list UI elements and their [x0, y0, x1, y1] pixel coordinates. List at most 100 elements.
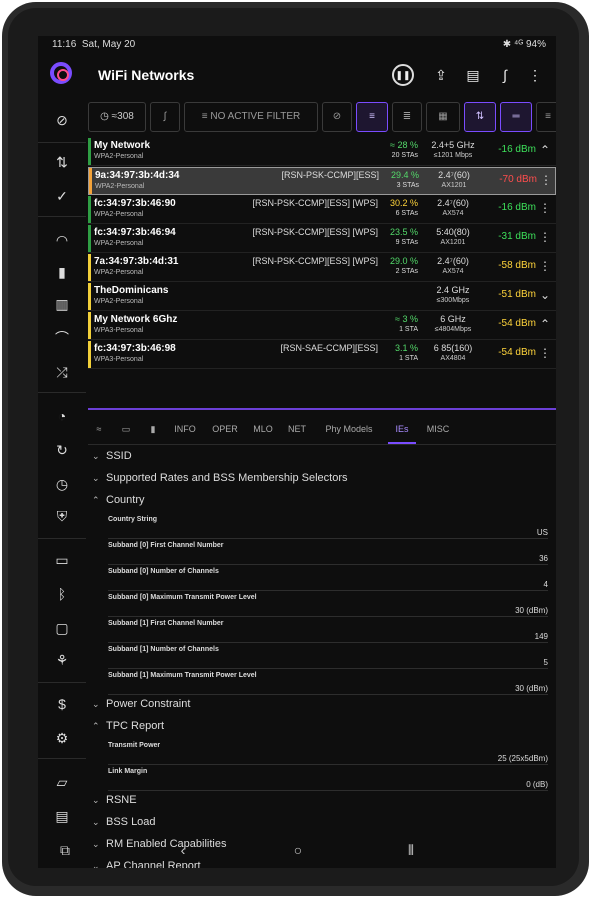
tab-oper[interactable]: OPER [206, 414, 244, 444]
ie-rsne[interactable]: ⌄ RSNE [92, 794, 137, 806]
ie-tpc[interactable]: ⌃ TPC Report [92, 720, 164, 732]
network-capabilities: [RSN-PSK-CCMP][ESS] [WPS] [252, 256, 378, 266]
network-security: WPA2-Personal [94, 240, 144, 247]
ie-bss-load[interactable]: ⌄ BSS Load [92, 816, 156, 828]
tab-misc[interactable]: MISC [420, 414, 456, 444]
network-row[interactable]: fc:34:97:3b:46:90 WPA2-Personal [RSN-PSK… [88, 196, 556, 224]
channel-info: 2.4⁷(60) [437, 198, 469, 208]
sidebar-history-icon[interactable]: ◷ [50, 472, 74, 496]
ie-field: Transmit Power 25 (25x5dBm) [108, 742, 548, 765]
ie-field-value: 25 (25x5dBm) [497, 754, 548, 763]
sidebar-document-icon[interactable]: ▤ [50, 804, 74, 828]
scan-counter-button[interactable]: ◷ ≈308 [88, 102, 146, 132]
channel-speed: AX1201 [441, 182, 467, 189]
ie-field-key: Subband [1] First Channel Number [108, 620, 224, 627]
list-view-button[interactable]: ≡ [356, 102, 388, 132]
tab-bars-icon[interactable]: ▮ [142, 414, 164, 444]
tab-net[interactable]: NET [282, 414, 312, 444]
group-button[interactable]: ▦ [426, 102, 460, 132]
network-list: My Network WPA2-Personal ≈ 28 % 20 STAs … [88, 138, 556, 410]
overview-icon[interactable]: ⦀ [396, 835, 426, 865]
sidebar-shuffle-icon[interactable]: ⤮ [50, 360, 74, 384]
sidebar-bars-icon[interactable]: ▥ [50, 292, 74, 316]
share-icon[interactable]: ⇪ [430, 64, 452, 86]
sidebar-refresh-icon[interactable]: ↻ [50, 438, 74, 462]
sidebar-chart-icon[interactable]: ▮ [50, 260, 74, 284]
tab-ies[interactable]: IEs [388, 414, 416, 444]
sidebar-sort-icon[interactable]: ⇅ [50, 150, 74, 174]
curve-button[interactable]: ∫ [150, 102, 180, 132]
home-icon[interactable]: ○ [283, 835, 313, 865]
tab-phy-models[interactable]: Phy Models [316, 414, 382, 444]
filter-button[interactable]: ≡ NO ACTIVE FILTER [184, 102, 318, 132]
network-row[interactable]: 7a:34:97:3b:4d:31 WPA2-Personal [RSN-PSK… [88, 254, 556, 282]
signal-color-bar [88, 341, 91, 368]
chevron-down-icon: ⌄ [92, 795, 100, 805]
sidebar-chat-icon[interactable]: ▱ [50, 770, 74, 794]
row-action-icon[interactable]: ⌃ [538, 317, 552, 331]
tab-mlo[interactable]: MLO [248, 414, 278, 444]
sidebar-no-location-icon[interactable]: ⊘ [50, 108, 74, 132]
channel-info: 2.4⁷(60) [437, 256, 469, 266]
signal-strength: -54 dBm [498, 347, 536, 358]
ie-power[interactable]: ⌄ Power Constraint [92, 698, 190, 710]
signal-color-bar [88, 196, 91, 223]
tab-info[interactable]: INFO [168, 414, 202, 444]
signal-color-bar [88, 283, 91, 310]
row-action-icon[interactable]: ⋮ [539, 173, 553, 187]
network-row-selected[interactable]: 9a:34:97:3b:4d:34 WPA2-Personal [RSN-PSK… [88, 167, 556, 195]
chevron-down-icon: ⌄ [92, 817, 100, 827]
network-row[interactable]: My Network WPA2-Personal ≈ 28 % 20 STAs … [88, 138, 556, 166]
more-icon[interactable]: ⋮ [524, 64, 546, 86]
network-row[interactable]: My Network 6Ghz WPA3-Personal ≈ 3 % 1 ST… [88, 312, 556, 340]
network-row[interactable]: fc:34:97:3b:46:98 WPA3-Personal [RSN-SAE… [88, 341, 556, 369]
network-security: WPA2-Personal [94, 211, 144, 218]
sidebar-network-icon[interactable]: ⚘ [50, 648, 74, 672]
recent-apps-icon[interactable]: ⧉ [50, 835, 80, 865]
channel-utilization: ≈ 3 % [395, 314, 418, 324]
sidebar-monitor-icon[interactable]: ▢ [50, 616, 74, 640]
ie-ssid[interactable]: ⌄ SSID [92, 450, 132, 462]
station-count: 20 STAs [391, 152, 418, 159]
ie-rates[interactable]: ⌄ Supported Rates and BSS Membership Sele… [92, 472, 348, 484]
station-count: 9 STAs [395, 239, 418, 246]
sidebar-bluetooth-icon[interactable]: ᛒ [50, 582, 74, 606]
sidebar-speed-icon[interactable]: ◔ [50, 404, 74, 428]
network-capabilities: [RSN-PSK-CCMP][ESS] [WPS] [252, 198, 378, 208]
sidebar-devices-icon[interactable]: ▭ [50, 548, 74, 572]
clear-filter-button[interactable]: ⊘ [322, 102, 352, 132]
sort-button[interactable]: ⇅ [464, 102, 496, 132]
row-action-icon[interactable]: ⋮ [538, 346, 552, 360]
expand-button[interactable]: ═ [500, 102, 532, 132]
channel-graph-icon[interactable]: ∫ [494, 64, 516, 86]
sidebar-check-icon[interactable]: ✓ [50, 184, 74, 208]
back-icon[interactable]: ‹ [168, 835, 198, 865]
tab-signal-icon[interactable]: ≈ [88, 414, 110, 444]
sidebar-wifi-icon[interactable]: ◠ [50, 228, 74, 252]
signal-color-bar [88, 138, 91, 165]
compact-view-button[interactable]: ≣ [392, 102, 422, 132]
channel-info: 6 85(160) [433, 343, 473, 353]
network-row[interactable]: TheDominicans WPA2-Personal 2.4 GHz ≤300… [88, 283, 556, 311]
network-name: TheDominicans [94, 285, 169, 296]
signal-strength: -58 dBm [498, 260, 536, 271]
more-toolbar-button[interactable]: ≡ [536, 102, 556, 132]
ie-field-value: US [536, 528, 548, 537]
ie-field-key: Subband [1] Number of Channels [108, 646, 219, 653]
row-action-icon[interactable]: ⋮ [538, 230, 552, 244]
sidebar-settings-icon[interactable]: ⚙ [50, 726, 74, 750]
ie-country[interactable]: ⌃ Country [92, 494, 145, 506]
network-row[interactable]: fc:34:97:3b:46:94 WPA2-Personal [RSN-PSK… [88, 225, 556, 253]
signal-color-bar [89, 168, 92, 194]
row-action-icon[interactable]: ⌃ [538, 143, 552, 157]
pause-icon[interactable]: ❚❚ [392, 64, 414, 86]
sidebar-shield-icon[interactable]: ⛨ [50, 504, 74, 528]
row-action-icon[interactable]: ⌄ [538, 288, 552, 302]
sidebar-dollar-icon[interactable]: $ [50, 692, 74, 716]
status-time: 11:16 Sat, May 20 [52, 39, 136, 50]
row-action-icon[interactable]: ⋮ [538, 201, 552, 215]
sidebar-antenna-icon[interactable]: ⌒ [50, 326, 74, 350]
row-action-icon[interactable]: ⋮ [538, 259, 552, 273]
export-icon[interactable]: ▤ [462, 64, 484, 86]
tab-graph-icon[interactable]: ▭ [114, 414, 138, 444]
